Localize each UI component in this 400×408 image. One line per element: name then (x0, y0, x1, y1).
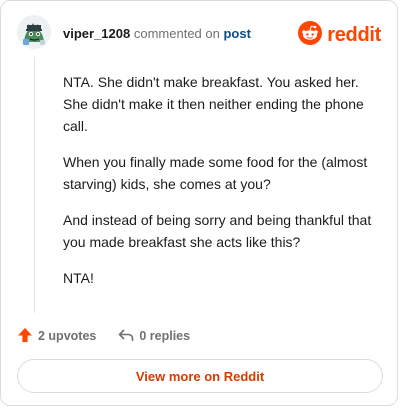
comment-actions: 2 upvotes 0 replies (17, 327, 190, 345)
reply-arrow-icon (118, 327, 134, 346)
reply-count: 0 replies (139, 329, 191, 343)
view-more-on-reddit-button[interactable]: View more on Reddit (17, 359, 383, 393)
comment-paragraph: When you finally made some food for the … (63, 154, 368, 192)
comment-body: NTA. She didn't make breakfast. You aske… (63, 71, 385, 303)
upvote-arrow-icon (17, 327, 33, 346)
reddit-wordmark: reddit (327, 24, 381, 46)
reddit-brand[interactable]: reddit (298, 21, 381, 50)
reply-button[interactable]: 0 replies (118, 327, 190, 346)
reddit-logo-icon (298, 21, 323, 50)
post-link[interactable]: post (223, 26, 250, 41)
comment-header: viper_1208 commented on post (63, 26, 251, 42)
comment-card: viper_1208 commented on post reddit NTA.… (0, 0, 398, 406)
comment-paragraph: And instead of being sorry and being tha… (63, 212, 372, 250)
commented-on-text: commented on (133, 26, 220, 41)
thread-line (34, 57, 35, 313)
user-avatar[interactable] (17, 15, 51, 49)
comment-paragraph: NTA. She didn't make breakfast. You aske… (63, 74, 364, 134)
username-link[interactable]: viper_1208 (63, 26, 130, 41)
comment-paragraph: NTA! (63, 270, 94, 286)
upvote-count: 2 upvotes (38, 329, 97, 343)
upvote-button[interactable]: 2 upvotes (17, 327, 96, 346)
